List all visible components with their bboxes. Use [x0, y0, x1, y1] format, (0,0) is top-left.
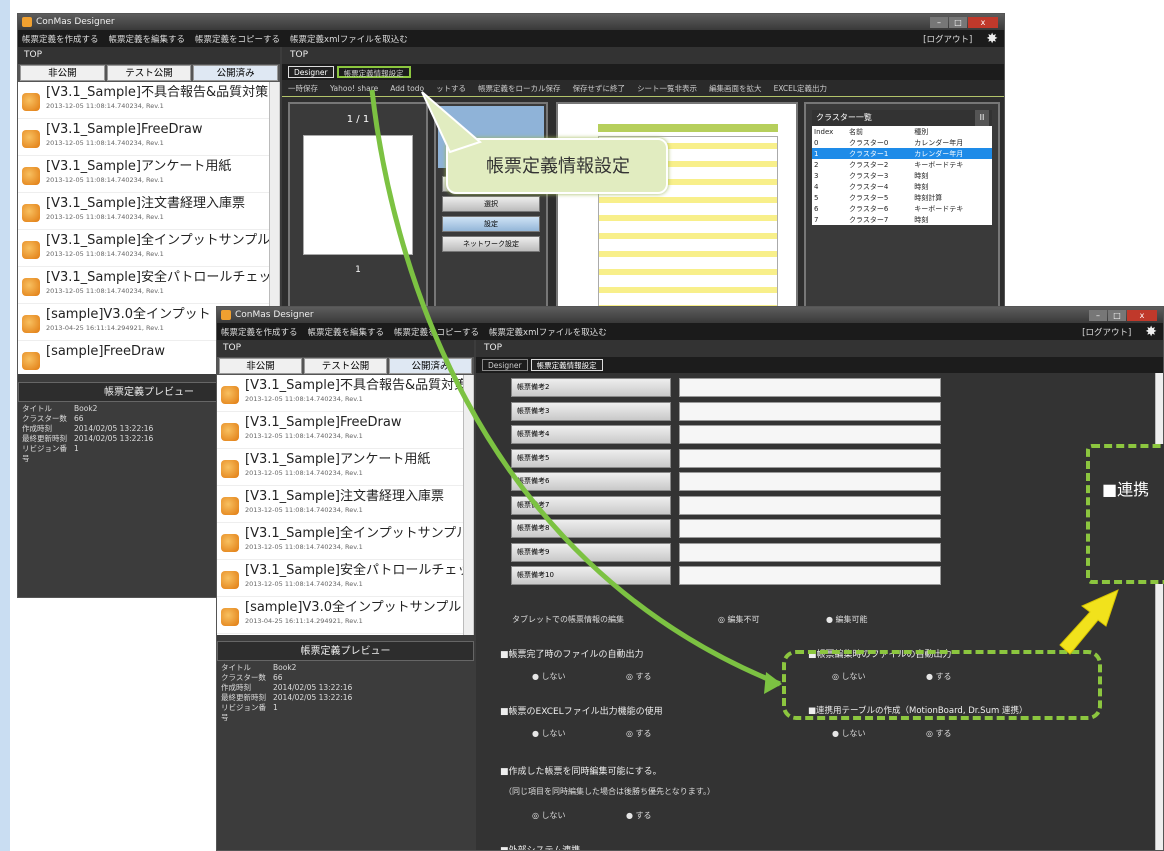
- connector-arrows: [369, 89, 1119, 694]
- green-curve-arrow: [369, 89, 781, 687]
- green-arrowhead: [764, 672, 782, 694]
- yellow-arrow: [1059, 589, 1119, 655]
